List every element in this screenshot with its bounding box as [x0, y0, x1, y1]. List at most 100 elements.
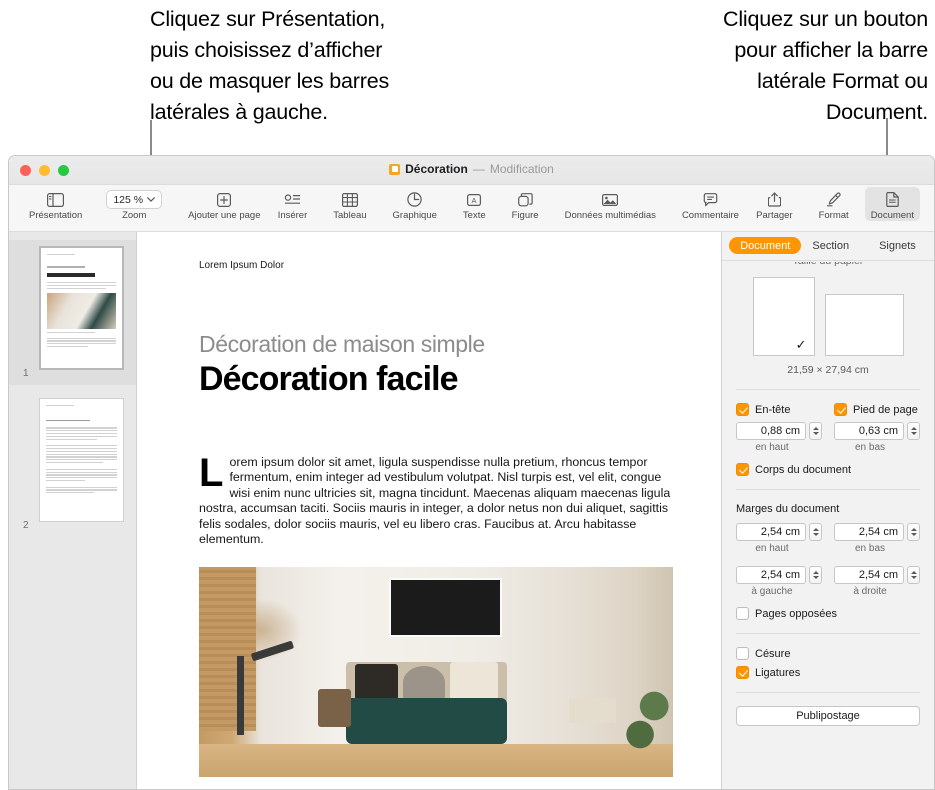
stepper-up-icon[interactable]: [812, 571, 819, 574]
footer-margin-sublabel: en bas: [854, 442, 886, 453]
body-checkbox-row[interactable]: Corps du document: [736, 463, 920, 476]
toolbar-button-text[interactable]: A Texte: [457, 187, 492, 221]
chart-icon: [407, 190, 422, 209]
header-checkbox[interactable]: [736, 403, 749, 416]
divider-1: [736, 389, 920, 390]
toolbar-button-format[interactable]: Format: [813, 187, 855, 221]
toolbar-label-presentation: Présentation: [29, 210, 83, 221]
photo-pillow-striped: [355, 664, 399, 700]
format-brush-icon: [826, 190, 841, 209]
pages-document-icon: [389, 163, 401, 175]
margin-top-input[interactable]: 2,54 cm: [736, 523, 806, 541]
margin-bottom-stepper[interactable]: [907, 523, 920, 541]
toolbar-button-table[interactable]: Tableau: [327, 187, 372, 221]
thumbnail-page-2[interactable]: 2: [9, 392, 136, 537]
stepper-down-icon[interactable]: [910, 533, 917, 536]
zoom-select[interactable]: 125 %: [106, 190, 163, 209]
callout-left-line-2: puis choisissez d’afficher: [150, 38, 383, 62]
margin-right-stepper-row: 2,54 cm: [834, 566, 920, 584]
facing-pages-checkbox[interactable]: [736, 607, 749, 620]
table-icon: [341, 190, 358, 209]
page-thumbnails-sidebar[interactable]: 1 2: [9, 232, 137, 789]
document-page[interactable]: Lorem Ipsum Dolor Décoration de maison s…: [137, 232, 721, 778]
footer-checkbox[interactable]: [834, 403, 847, 416]
ligatures-checkbox[interactable]: [736, 666, 749, 679]
tab-bookmarks[interactable]: Signets: [868, 237, 927, 254]
hyphenation-checkbox[interactable]: [736, 647, 749, 660]
stepper-down-icon[interactable]: [812, 432, 819, 435]
toolbar-button-comment[interactable]: Commentaire: [676, 187, 745, 221]
header-group: En-tête 0,88 cm en haut: [736, 403, 822, 453]
callout-right-line-3: latérale Format ou: [757, 69, 928, 93]
margin-top-stepper-row: 2,54 cm: [736, 523, 822, 541]
document-paragraph[interactable]: Lorem ipsum dolor sit amet, ligula suspe…: [199, 453, 673, 547]
margin-top-stepper[interactable]: [809, 523, 822, 541]
callout-left-line-1: Cliquez sur Présentation,: [150, 7, 386, 31]
footer-margin-stepper[interactable]: [907, 422, 920, 440]
margin-right-stepper[interactable]: [907, 566, 920, 584]
stepper-up-icon[interactable]: [812, 528, 819, 531]
format-inspector-sidebar[interactable]: Document Section Signets Taille du papie…: [721, 232, 934, 789]
stepper-down-icon[interactable]: [812, 533, 819, 536]
tab-document[interactable]: Document: [729, 237, 802, 254]
margins-section-label: Marges du document: [736, 503, 840, 515]
stepper-up-icon[interactable]: [812, 427, 819, 430]
orientation-portrait-option[interactable]: ✓: [752, 277, 815, 356]
toolbar-button-shape[interactable]: Figure: [506, 187, 545, 221]
toolbar-label-format: Format: [818, 210, 849, 221]
hyphenation-label: Césure: [755, 647, 791, 660]
margin-bottom-group: 2,54 cm en bas: [834, 517, 920, 554]
toolbar-button-media[interactable]: Données multimédias: [559, 187, 662, 221]
stepper-down-icon[interactable]: [812, 576, 819, 579]
header-margin-input[interactable]: 0,88 cm: [736, 422, 806, 440]
hyphenation-row[interactable]: Césure: [736, 647, 920, 660]
toolbar-label-media: Données multimédias: [564, 210, 656, 221]
toolbar-button-chart[interactable]: Graphique: [387, 187, 443, 221]
toolbar-button-zoom[interactable]: 125 % Zoom: [100, 187, 168, 221]
document-eyebrow[interactable]: Décoration de maison simple: [199, 331, 673, 358]
footer-checkbox-row[interactable]: Pied de page: [834, 403, 920, 416]
toolbar-button-presentation[interactable]: Présentation: [23, 187, 88, 221]
tab-section[interactable]: Section: [801, 237, 860, 254]
orientation-landscape-option[interactable]: [824, 294, 904, 356]
stepper-down-icon[interactable]: [910, 432, 917, 435]
paper-size-value: 21,59 × 27,94 cm: [787, 364, 869, 376]
margins-row-1: 2,54 cm en haut 2,54 cm en bas: [736, 517, 920, 554]
thumbnail-page-1[interactable]: 1: [9, 240, 136, 385]
header-margin-stepper[interactable]: [809, 422, 822, 440]
pages-app-window: Décoration — Modification Présentation 1…: [8, 155, 935, 790]
margin-right-input[interactable]: 2,54 cm: [834, 566, 904, 584]
toolbar-button-insert[interactable]: Insérer: [272, 187, 314, 221]
document-headline[interactable]: Décoration facile: [199, 360, 673, 399]
document-header-text[interactable]: Lorem Ipsum Dolor: [199, 260, 673, 271]
paper-size-label-text: Taille du papier: [736, 262, 920, 267]
margin-bottom-input[interactable]: 2,54 cm: [834, 523, 904, 541]
margin-left-stepper-row: 2,54 cm: [736, 566, 822, 584]
margin-left-stepper[interactable]: [809, 566, 822, 584]
stepper-down-icon[interactable]: [910, 576, 917, 579]
body-checkbox[interactable]: [736, 463, 749, 476]
stepper-up-icon[interactable]: [910, 528, 917, 531]
toolbar-button-share[interactable]: Partager: [750, 187, 798, 221]
toolbar-button-add-page[interactable]: Ajouter une page: [182, 187, 266, 221]
footer-margin-input[interactable]: 0,63 cm: [834, 422, 904, 440]
document-canvas[interactable]: Lorem Ipsum Dolor Décoration de maison s…: [137, 232, 721, 789]
header-footer-row: En-tête 0,88 cm en haut Pied de page 0,6…: [736, 403, 920, 453]
margin-right-group: 2,54 cm à droite: [834, 560, 920, 597]
margin-left-input[interactable]: 2,54 cm: [736, 566, 806, 584]
text-icon: A: [467, 190, 482, 209]
stepper-up-icon[interactable]: [910, 427, 917, 430]
margin-left-sublabel: à gauche: [751, 586, 793, 597]
mail-merge-button[interactable]: Publipostage: [736, 706, 920, 726]
header-margin-sublabel: en haut: [755, 442, 789, 453]
ligatures-row[interactable]: Ligatures: [736, 666, 920, 679]
toolbar-button-document[interactable]: Document: [864, 187, 920, 221]
facing-pages-label: Pages opposées: [755, 607, 837, 620]
header-checkbox-row[interactable]: En-tête: [736, 403, 822, 416]
living-room-photo[interactable]: [199, 567, 673, 778]
stepper-up-icon[interactable]: [910, 571, 917, 574]
insert-icon: [284, 190, 301, 209]
facing-pages-row[interactable]: Pages opposées: [736, 607, 920, 620]
body-label: Corps du document: [755, 463, 851, 476]
toolbar-label-insert: Insérer: [277, 210, 308, 221]
